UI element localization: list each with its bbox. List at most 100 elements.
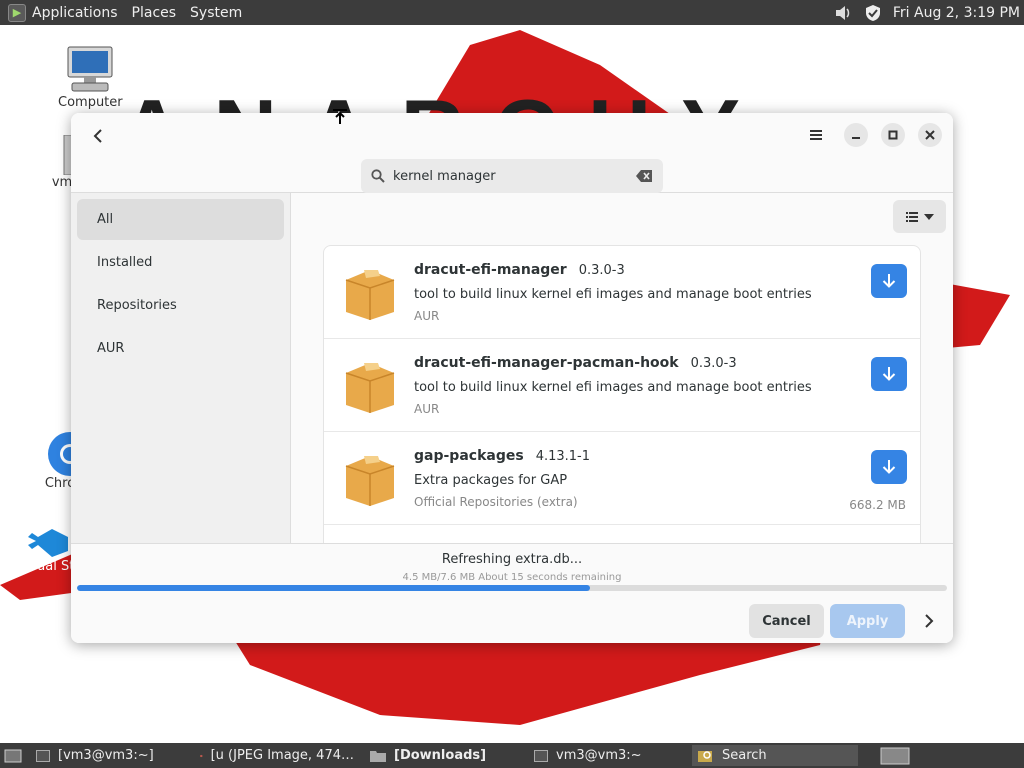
progress-bar-fill (77, 585, 591, 591)
top-menu: Applications Places System (32, 5, 256, 21)
terminal-icon (36, 749, 50, 762)
folder-icon (370, 751, 386, 762)
chevron-down-icon (923, 213, 934, 220)
package-description: Extra packages for GAP (414, 473, 568, 488)
cancel-button[interactable]: Cancel (749, 604, 824, 638)
package-description: tool to build linux kernel efi images an… (414, 380, 812, 395)
package-version: 0.3.0-3 (578, 263, 625, 278)
package-name: dracut-efi-manager-pacman-hook (414, 355, 679, 371)
terminal-icon (534, 749, 548, 762)
desktop-icon-label: Visual St (18, 559, 75, 574)
sidebar-item-label: Repositories (97, 298, 177, 313)
progress-detail: 4.5 MB/7.6 MB About 15 seconds remaining (402, 572, 622, 583)
package-version: 0.3.0-3 (690, 356, 737, 371)
sidebar-item-all[interactable]: All (77, 199, 284, 240)
system-tray: Fri Aug 2, 3:19 PM (833, 0, 1024, 25)
minimize-icon (852, 137, 860, 139)
sidebar-item-aur[interactable]: AUR (77, 328, 284, 369)
taskbar-item-label: Search (722, 748, 767, 763)
install-button[interactable] (871, 450, 907, 484)
package-box-icon (345, 270, 395, 320)
package-title: gap-packages 4.13.1-1 (414, 448, 590, 464)
install-button[interactable] (871, 357, 907, 391)
package-title: dracut-efi-manager 0.3.0-3 (414, 262, 625, 278)
sidebar-item-repositories[interactable]: Repositories (77, 285, 284, 326)
package-list: dracut-efi-manager 0.3.0-3 tool to build… (323, 245, 921, 543)
minimize-button[interactable] (844, 123, 868, 147)
sidebar-item-label: All (97, 212, 114, 227)
desktop-icon-label: Computer (58, 95, 123, 110)
refresh-status: Refreshing extra.db... (441, 552, 583, 567)
package-box-icon (345, 363, 395, 413)
search-box[interactable] (361, 159, 663, 193)
clear-search-icon[interactable] (635, 169, 653, 183)
install-button[interactable] (871, 264, 907, 298)
sidebar-item-installed[interactable]: Installed (77, 242, 284, 283)
close-icon (925, 130, 935, 140)
list-view-icon (905, 211, 918, 222)
taskbar-item-search[interactable]: Search (692, 745, 858, 766)
taskbar-item-terminal-2[interactable]: vm3@vm3:~ (528, 745, 688, 766)
volume-icon[interactable] (833, 3, 853, 23)
package-repo: AUR (414, 309, 440, 323)
main-menu-button[interactable] (804, 123, 828, 147)
taskbar-item-label: vm3@vm3:~ (556, 748, 642, 763)
progress-area: Refreshing extra.db... 4.5 MB/7.6 MB Abo… (71, 543, 953, 643)
menu-places[interactable]: Places (132, 5, 177, 21)
sidebar: All Installed Repositories AUR (71, 193, 291, 543)
chevron-left-icon (93, 129, 102, 143)
taskbar-item-label: [Downloads] (394, 748, 487, 763)
taskbar: [vm3@vm3:~] [u (JPEG Image, 474… [Downlo… (0, 743, 1024, 768)
hamburger-icon (810, 130, 822, 140)
desktop-icon-computer[interactable]: Computer (58, 45, 123, 110)
package-size: 668.2 MB (849, 498, 906, 512)
vscode-icon (28, 529, 68, 557)
close-button[interactable] (918, 123, 942, 147)
chevron-right-icon (925, 614, 934, 628)
package-row[interactable]: dracut-efi-manager 0.3.0-3 tool to build… (324, 246, 920, 339)
computer-icon (67, 46, 113, 92)
package-row[interactable]: gap-packages 4.13.1-1 Extra packages for… (324, 432, 920, 525)
search-input[interactable] (393, 168, 623, 184)
show-desktop-button[interactable] (0, 745, 26, 766)
back-button[interactable] (85, 123, 111, 149)
download-arrow-icon (882, 274, 896, 288)
package-description: tool to build linux kernel efi images an… (414, 287, 812, 302)
package-results: dracut-efi-manager 0.3.0-3 tool to build… (291, 193, 953, 543)
menu-applications[interactable]: Applications (32, 5, 118, 21)
package-box-icon (345, 456, 395, 506)
clock[interactable]: Fri Aug 2, 3:19 PM (893, 5, 1020, 21)
package-title: dracut-efi-manager-pacman-hook 0.3.0-3 (414, 355, 737, 371)
package-name: gap-packages (414, 448, 524, 464)
taskbar-item-terminal-1[interactable]: [vm3@vm3:~] (30, 745, 190, 766)
taskbar-item-label: [vm3@vm3:~] (58, 748, 154, 763)
taskbar-item-label: [u (JPEG Image, 474… (210, 748, 354, 763)
workspace-switcher[interactable] (874, 745, 916, 766)
progress-bar (77, 585, 947, 591)
package-version: 4.13.1-1 (535, 449, 590, 464)
menu-system[interactable]: System (190, 5, 242, 21)
show-desktop-icon (4, 749, 22, 762)
maximize-button[interactable] (881, 123, 905, 147)
headerbar (71, 113, 953, 193)
package-row[interactable]: dracut-efi-manager-pacman-hook 0.3.0-3 t… (324, 339, 920, 432)
package-name: dracut-efi-manager (414, 262, 567, 278)
desktop-icon-label: vm (51, 175, 73, 190)
apply-button[interactable]: Apply (830, 604, 905, 638)
workspace-icon (880, 747, 910, 764)
search-tool-icon (698, 750, 712, 762)
desktop-icon-vscode[interactable]: Visual St (18, 525, 74, 574)
package-repo: Official Repositories (extra) (414, 495, 578, 509)
next-button[interactable] (917, 604, 941, 638)
package-row[interactable] (324, 525, 920, 543)
download-arrow-icon (882, 367, 896, 381)
maximize-icon (888, 130, 898, 140)
view-options-button[interactable] (893, 200, 946, 233)
sidebar-item-label: Installed (97, 255, 153, 270)
system-logo-icon[interactable]: ▶ (8, 3, 26, 22)
shield-icon[interactable] (863, 3, 883, 23)
taskbar-item-downloads[interactable]: [Downloads] (364, 745, 524, 766)
taskbar-item-firefox[interactable]: [u (JPEG Image, 474… (194, 745, 360, 766)
top-panel: ▶ Applications Places System Fri Aug 2, … (0, 0, 1024, 25)
download-arrow-icon (882, 460, 896, 474)
